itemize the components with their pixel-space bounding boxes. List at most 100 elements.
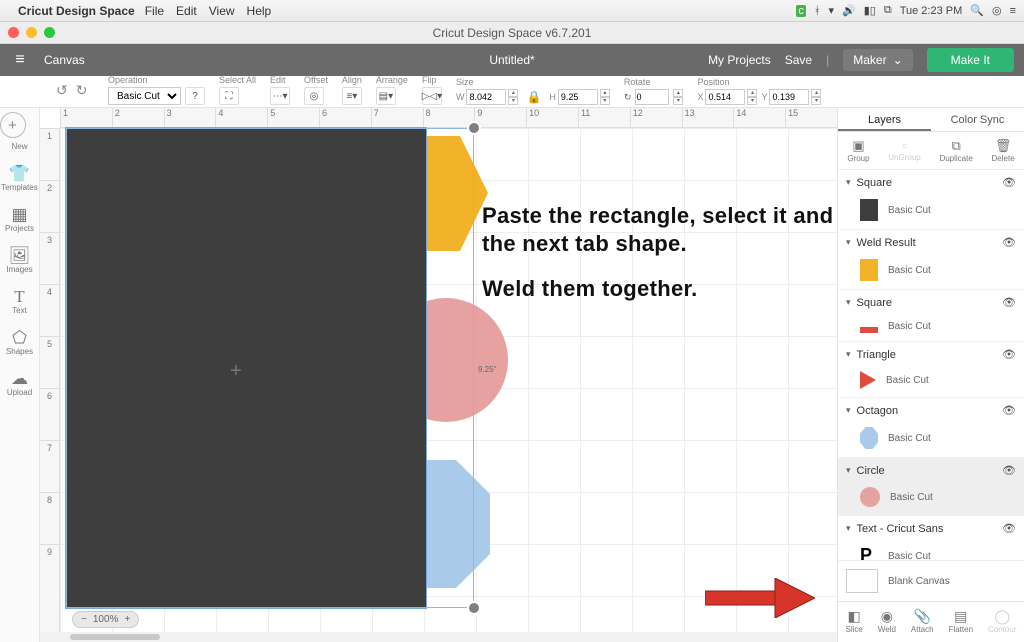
arrange-button[interactable]: ▤▾: [376, 87, 396, 105]
list-icon[interactable]: ≡: [1010, 5, 1016, 17]
text-tool[interactable]: TText: [0, 288, 40, 315]
slice-button[interactable]: ◧Slice: [845, 608, 862, 634]
duplicate-button[interactable]: ⧉Duplicate: [939, 138, 972, 163]
operation-help-button[interactable]: ?: [185, 87, 205, 105]
ungroup-button: ▫UnGroup: [888, 138, 920, 163]
layer-group[interactable]: ▾Triangle👁Basic Cut: [838, 342, 1024, 398]
status-icon[interactable]: c: [796, 5, 806, 17]
menu-help[interactable]: Help: [247, 4, 272, 18]
dark-rectangle[interactable]: [66, 128, 426, 608]
flip-button[interactable]: ▷◁▾: [422, 87, 442, 105]
weld-button[interactable]: ◉Weld: [878, 608, 896, 634]
layer-group[interactable]: ▾Weld Result👁Basic Cut: [838, 230, 1024, 290]
templates-tool[interactable]: 👕Templates: [0, 165, 40, 192]
new-tool[interactable]: +New: [0, 112, 40, 151]
menu-edit[interactable]: Edit: [176, 4, 197, 18]
offset-button[interactable]: ◎: [304, 87, 324, 105]
layer-item[interactable]: Basic Cut: [838, 315, 1024, 341]
my-projects-link[interactable]: My Projects: [708, 53, 771, 67]
layer-group[interactable]: ▾Octagon👁Basic Cut: [838, 398, 1024, 458]
width-stepper[interactable]: ▴▾: [508, 89, 518, 105]
blue-octagon-shape[interactable]: [426, 460, 490, 588]
layer-item[interactable]: Basic Cut: [838, 255, 1024, 289]
projects-tool[interactable]: ▦Projects: [0, 206, 40, 233]
layer-sub: Basic Cut: [888, 433, 931, 444]
minimize-window-button[interactable]: [26, 27, 37, 38]
scrollbar-thumb[interactable]: [70, 634, 160, 640]
siri-icon[interactable]: ◎: [992, 4, 1002, 17]
visibility-icon[interactable]: 👁: [1002, 348, 1016, 361]
lock-aspect-icon[interactable]: 🔒: [526, 90, 541, 104]
undo-button[interactable]: ↺: [56, 82, 68, 99]
rotate-stepper[interactable]: ▴▾: [673, 89, 683, 105]
height-stepper[interactable]: ▴▾: [600, 89, 610, 105]
layer-item[interactable]: Basic Cut: [838, 195, 1024, 229]
delete-button[interactable]: 🗑Delete: [992, 138, 1015, 163]
visibility-icon[interactable]: 👁: [1002, 176, 1016, 189]
visibility-icon[interactable]: 👁: [1002, 464, 1016, 477]
canvas-area[interactable]: 123456789101112131415 123456789 + 9.25" …: [40, 108, 837, 642]
shapes-icon: ⬠: [0, 329, 40, 347]
selection-center-crosshair: +: [230, 360, 242, 383]
layer-group[interactable]: ▾Text - Cricut Sans👁PBasic Cut: [838, 516, 1024, 560]
save-link[interactable]: Save: [785, 53, 812, 67]
edit-button[interactable]: ⋯▾: [270, 87, 290, 105]
menu-file[interactable]: File: [145, 4, 164, 18]
layer-group[interactable]: ▾Square👁Basic Cut: [838, 290, 1024, 342]
layer-sub: Basic Cut: [888, 551, 931, 561]
width-input[interactable]: [466, 89, 506, 105]
canvas-instruction-text[interactable]: Paste the rectangle, select it and the n…: [482, 202, 837, 321]
zoom-in-icon[interactable]: +: [124, 614, 130, 625]
machine-select[interactable]: Maker ⌄: [843, 49, 912, 71]
tab-color-sync[interactable]: Color Sync: [931, 108, 1024, 131]
zoom-window-button[interactable]: [44, 27, 55, 38]
pos-y-input[interactable]: [769, 89, 809, 105]
rotate-input[interactable]: [635, 89, 669, 105]
bluetooth-icon[interactable]: ᚼ: [814, 5, 821, 17]
attach-button[interactable]: 📎Attach: [911, 608, 934, 634]
group-button[interactable]: ▣Group: [847, 138, 869, 163]
yellow-tab-shape[interactable]: [426, 136, 488, 251]
visibility-icon[interactable]: 👁: [1002, 296, 1016, 309]
height-input[interactable]: [558, 89, 598, 105]
align-button[interactable]: ≡▾: [342, 87, 362, 105]
layer-item[interactable]: Basic Cut: [838, 367, 1024, 397]
battery-icon[interactable]: ▮▯: [864, 4, 876, 17]
spotlight-icon[interactable]: 🔍: [970, 4, 984, 17]
close-window-button[interactable]: [8, 27, 19, 38]
tab-layers[interactable]: Layers: [838, 108, 931, 131]
upload-tool[interactable]: ☁Upload: [0, 370, 40, 397]
pos-y-stepper[interactable]: ▴▾: [811, 89, 821, 105]
images-tool[interactable]: 🖼Images: [0, 247, 40, 274]
plus-icon: +: [0, 112, 26, 138]
volume-icon[interactable]: 🔊: [842, 4, 856, 17]
menubar-app-name[interactable]: Cricut Design Space: [18, 4, 135, 18]
flatten-button[interactable]: ▤Flatten: [949, 608, 973, 634]
layer-group[interactable]: ▾Circle👁Basic Cut: [838, 458, 1024, 516]
layer-group[interactable]: ▾Square👁Basic Cut: [838, 170, 1024, 230]
dropbox-icon[interactable]: ⧉: [884, 4, 892, 17]
wifi-icon[interactable]: ▾: [828, 4, 834, 17]
visibility-icon[interactable]: 👁: [1002, 522, 1016, 535]
operation-select[interactable]: Basic Cut: [108, 87, 181, 105]
visibility-icon[interactable]: 👁: [1002, 236, 1016, 249]
instruction-line-1: Paste the rectangle, select it and the n…: [482, 202, 837, 257]
clock[interactable]: Tue 2:23 PM: [900, 5, 963, 17]
shapes-tool[interactable]: ⬠Shapes: [0, 329, 40, 356]
pos-x-stepper[interactable]: ▴▾: [747, 89, 757, 105]
zoom-control[interactable]: − 100% +: [72, 611, 139, 628]
make-it-button[interactable]: Make It: [927, 48, 1014, 72]
redo-button[interactable]: ↻: [76, 82, 88, 99]
menu-view[interactable]: View: [209, 4, 235, 18]
zoom-out-icon[interactable]: −: [81, 614, 87, 625]
hamburger-menu[interactable]: ≡: [0, 51, 40, 69]
layer-item[interactable]: PBasic Cut: [838, 541, 1024, 560]
visibility-icon[interactable]: 👁: [1002, 404, 1016, 417]
horizontal-scrollbar[interactable]: [40, 632, 837, 642]
layer-item[interactable]: Basic Cut: [838, 483, 1024, 515]
blank-canvas-row[interactable]: Blank Canvas: [838, 560, 1024, 601]
pos-x-input[interactable]: [705, 89, 745, 105]
layer-item[interactable]: Basic Cut: [838, 423, 1024, 457]
select-all-button[interactable]: ⛶: [219, 87, 239, 105]
layer-name: Square: [857, 177, 892, 189]
